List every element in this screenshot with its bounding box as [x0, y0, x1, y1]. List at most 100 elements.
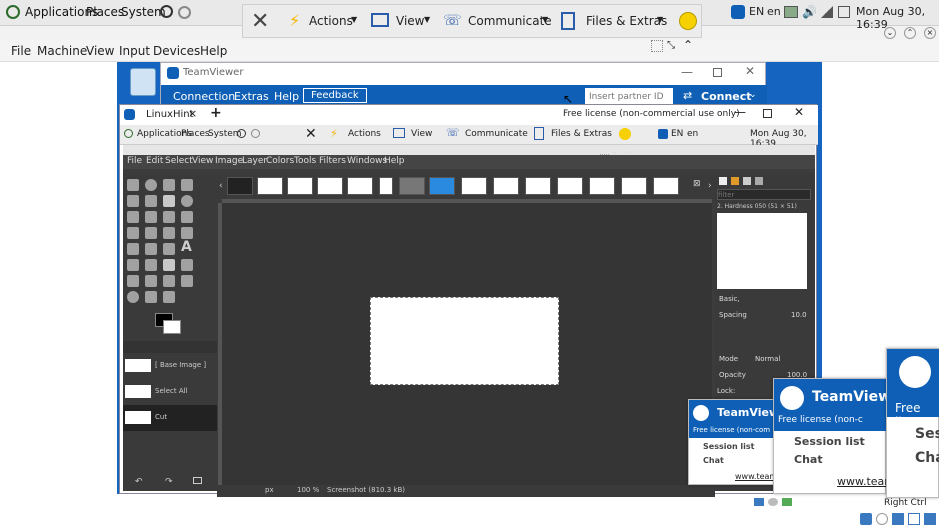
zoom-select[interactable]: 100 % — [297, 486, 319, 494]
brush-thumb[interactable] — [317, 177, 343, 195]
feedback-button[interactable]: Feedback — [303, 88, 367, 103]
partner-id-input[interactable] — [585, 88, 673, 105]
menu-connection[interactable]: Connection — [173, 90, 235, 103]
close-button[interactable]: ✕ — [745, 64, 755, 78]
menu-select[interactable]: Select — [165, 156, 193, 166]
close-button[interactable]: ✕ — [794, 105, 804, 119]
blur-tool-icon[interactable] — [127, 291, 139, 303]
paintbrush-tool-icon[interactable] — [163, 259, 175, 271]
input-language[interactable]: en — [767, 5, 781, 18]
brush-thumb[interactable] — [493, 177, 519, 195]
brush-thumb[interactable] — [589, 177, 615, 195]
brush-thumb[interactable] — [347, 177, 373, 195]
gradient-tool-icon[interactable] — [127, 259, 139, 271]
image-icon[interactable] — [784, 6, 798, 18]
files-extras-menu[interactable]: Files & Extras — [586, 14, 667, 28]
undo-icon[interactable]: ↶ — [135, 477, 143, 487]
menu-colors[interactable]: Colors — [266, 156, 294, 166]
close-strip-icon[interactable]: ⊠ — [693, 179, 701, 189]
path-tool-icon[interactable] — [163, 291, 175, 303]
network-adapter-icon[interactable] — [876, 513, 888, 525]
actions-menu[interactable]: Actions — [309, 14, 353, 28]
smiley-icon[interactable] — [679, 12, 697, 30]
history-item-select-all[interactable]: Select All — [125, 381, 215, 403]
ink-tool-icon[interactable] — [145, 275, 157, 287]
maximize-button[interactable] — [763, 109, 772, 118]
text-tool-icon[interactable]: A — [181, 239, 192, 255]
menu-file[interactable]: File — [127, 156, 142, 166]
input-language[interactable]: en — [687, 129, 698, 139]
maximize-button[interactable] — [713, 68, 722, 77]
brush-thumb[interactable] — [621, 177, 647, 195]
measure-tool-icon[interactable] — [127, 211, 139, 223]
align-tool-icon[interactable] — [163, 211, 175, 223]
keyboard-icon[interactable] — [924, 513, 936, 525]
rect-select-tool-icon[interactable] — [127, 179, 139, 191]
optical-icon[interactable] — [768, 498, 778, 506]
website-link[interactable]: www.team — [735, 472, 777, 481]
history-item-cut[interactable]: Cut — [123, 405, 217, 431]
menu-filters[interactable]: Filters — [319, 156, 346, 166]
brush-thumb[interactable] — [461, 177, 487, 195]
bucket-fill-tool-icon[interactable] — [163, 227, 175, 239]
usb-icon[interactable] — [782, 498, 792, 506]
session-tab[interactable]: LinuxHint — [146, 109, 194, 120]
patterns-tab-icon[interactable] — [731, 177, 739, 185]
menu-windows[interactable]: Windows — [347, 156, 387, 166]
menu-file[interactable]: File — [11, 44, 31, 58]
session-list-item[interactable]: Ses — [915, 426, 939, 442]
heal-tool-icon[interactable] — [181, 227, 193, 239]
view-menu[interactable]: View — [396, 14, 424, 28]
view-menu[interactable]: View — [411, 129, 432, 139]
chevron-left-icon[interactable]: ‹ — [219, 181, 223, 191]
text-cursor-tool-icon[interactable] — [163, 195, 175, 207]
dodge-tool-icon[interactable] — [145, 291, 157, 303]
clear-history-icon[interactable] — [193, 477, 202, 484]
airbrush-tool-icon[interactable] — [127, 275, 139, 287]
menu-edit[interactable]: Edit — [146, 156, 163, 166]
image-canvas[interactable] — [370, 297, 559, 385]
volume-icon[interactable]: 🔊 — [802, 5, 817, 19]
connect-button[interactable]: Connect — [701, 90, 752, 103]
brush-thumb[interactable] — [653, 177, 679, 195]
brush-grid[interactable] — [717, 213, 807, 289]
history-item-base[interactable]: [ Base Image ] — [125, 355, 215, 377]
warp-tool-icon[interactable] — [127, 227, 139, 239]
smiley-icon[interactable] — [619, 128, 631, 140]
menu-view[interactable]: View — [192, 156, 213, 166]
crop-tool-icon[interactable] — [127, 195, 139, 207]
network-status-icon[interactable] — [178, 6, 191, 19]
unit-select[interactable]: px — [265, 486, 274, 494]
signal-icon[interactable] — [821, 6, 833, 18]
minimize-icon[interactable]: ⌄ — [884, 27, 896, 39]
keyboard-layout[interactable]: EN — [749, 5, 764, 18]
ellipse-select-tool-icon[interactable] — [145, 179, 157, 191]
document-tab-icon[interactable] — [755, 177, 763, 185]
menu-help[interactable]: Help — [384, 156, 405, 166]
brush-filter-input[interactable] — [717, 189, 811, 200]
maximize-icon[interactable]: ⌃ — [904, 27, 916, 39]
places-menu[interactable]: Places — [86, 5, 124, 19]
brushes-tab-icon[interactable] — [719, 177, 727, 185]
add-tab-icon[interactable]: + — [210, 105, 222, 121]
brush-thumb[interactable] — [379, 177, 393, 195]
brush-thumb[interactable] — [557, 177, 583, 195]
fonts-tab-icon[interactable] — [743, 177, 751, 185]
chevron-down-icon[interactable]: ⌄ — [749, 90, 757, 100]
brush-set-select[interactable]: Basic, — [719, 295, 740, 303]
move-tool-icon[interactable] — [145, 211, 157, 223]
spacing-value[interactable]: 10.0 — [791, 311, 807, 319]
menu-devices[interactable]: Devices — [153, 44, 200, 58]
menu-view[interactable]: View — [86, 44, 114, 58]
close-window-icon[interactable]: × — [924, 27, 936, 39]
files-extras-menu[interactable]: Files & Extras — [551, 129, 612, 139]
mode-select[interactable]: Normal — [755, 355, 780, 363]
trash-icon[interactable] — [130, 68, 156, 96]
brush-thumb[interactable] — [399, 177, 425, 195]
network-status-icon[interactable] — [251, 129, 260, 138]
chat-item[interactable]: Cha — [915, 450, 939, 466]
hdd-icon[interactable] — [754, 498, 764, 506]
search-icon[interactable] — [237, 129, 246, 138]
teamviewer-tray-icon[interactable] — [658, 129, 668, 139]
brush-thumb[interactable] — [257, 177, 283, 195]
